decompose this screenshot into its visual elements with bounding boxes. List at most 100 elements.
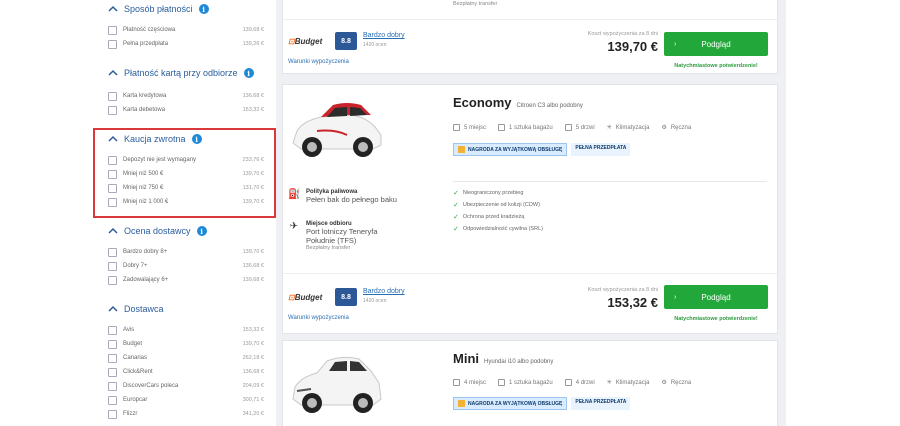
filter-option-label: Europcar [123, 397, 148, 403]
filter-option-price: 153,32 € [242, 107, 264, 113]
filter-option-price: 136,68 € [242, 93, 264, 99]
filter-option-price: 139,26 € [242, 41, 264, 47]
instant-confirmation: Natychmiastowe potwierdzenie! [674, 63, 758, 69]
included-item: ✓ Nieograniczony przebieg [453, 190, 524, 197]
checkbox[interactable] [108, 339, 117, 349]
filter-option-price: 341,20 € [242, 411, 264, 417]
checkbox[interactable] [108, 409, 117, 419]
info-icon[interactable]: i [196, 226, 207, 236]
view-deal-button[interactable]: › Podgląd [664, 285, 768, 309]
feature-ac: ✳ Klimatyzacja [606, 379, 650, 387]
price-caption: Koszt wypożyczenia za 8 dni [587, 31, 658, 37]
checkbox[interactable] [108, 39, 117, 49]
button-label: Podgląd [701, 39, 731, 49]
filter-option-price: 153,32 € [242, 327, 264, 333]
checkbox[interactable] [108, 91, 117, 101]
checkbox[interactable] [108, 395, 117, 405]
checkbox[interactable] [108, 353, 117, 363]
award-badge[interactable]: NAGRODA ZA WYJĄTKOWĄ OBSŁUGĘ [453, 397, 568, 410]
filter-option[interactable]: Płatność częściowa 139,68 € [108, 24, 264, 36]
luggage-icon [498, 124, 506, 131]
rental-terms-link[interactable]: Warunki wypożyczenia [288, 315, 349, 321]
filter-option-label: Karta debetowa [123, 107, 166, 113]
checkbox[interactable] [108, 25, 117, 35]
button-label: Podgląd [701, 292, 731, 302]
divider [283, 19, 777, 20]
person-icon [453, 379, 460, 386]
snowflake-icon: ✳ [606, 125, 612, 131]
filter-option[interactable]: Zadowalający 6+ 139,68 € [108, 274, 264, 286]
filter-option-label: Bardzo dobry 8+ [123, 249, 168, 255]
checkbox[interactable] [108, 105, 117, 115]
rating-label[interactable]: Bardzo dobry [363, 32, 405, 39]
filter-option-label: Dobry 7+ [123, 263, 148, 269]
rating-label[interactable]: Bardzo dobry [363, 288, 405, 295]
pickup-value: Południe (TFS) [306, 236, 357, 245]
full-prepayment-badge: PEŁNA PRZEDPŁATA [571, 397, 631, 410]
rental-terms-link[interactable]: Warunki wypożyczenia [288, 59, 349, 65]
filter-section-title: Dostawca [124, 304, 164, 314]
checkbox[interactable] [108, 247, 117, 257]
feature-transmission: ⚙ Ręczna [661, 124, 692, 132]
checkbox[interactable] [108, 325, 117, 335]
checkbox[interactable] [108, 367, 117, 377]
filter-section-supplier[interactable]: Dostawca [108, 304, 164, 314]
award-badge[interactable]: NAGRODA ZA WYJĄTKOWĄ OBSŁUGĘ [453, 143, 568, 156]
car-features: 5 miejsc 1 sztuka bagażu 5 drzwi ✳ Klimat… [453, 124, 691, 131]
info-icon[interactable]: i [243, 68, 254, 78]
chevron-up-icon[interactable] [108, 305, 118, 313]
filter-option[interactable]: Karta kredytowa 136,68 € [108, 90, 264, 102]
filter-option[interactable]: Pełna przedpłata 139,26 € [108, 38, 264, 50]
filter-option[interactable]: Karta debetowa 153,32 € [108, 104, 264, 116]
pickup-location: ✈ Miejsce odbioru Port lotniczy Teneryfa… [288, 221, 378, 251]
filter-option[interactable]: Avis 153,32 € [108, 324, 264, 336]
filter-option-label: Avis [123, 327, 135, 333]
filter-option[interactable]: Europcar 300,71 € [108, 394, 264, 406]
filter-option-label: Zadowalający 6+ [123, 277, 169, 283]
included-item: ✓ Odpowiedzialność cywilna (SRL) [453, 226, 543, 233]
filter-option[interactable]: DiscoverCars poleca 204,09 € [108, 380, 264, 392]
filter-option[interactable]: Click&Rent 136,68 € [108, 366, 264, 378]
feature-doors: 5 drzwi [564, 124, 595, 131]
filter-section-card-payment[interactable]: Płatność kartą przy odbiorze i [108, 68, 254, 78]
car-image [292, 103, 382, 157]
fuel-pump-icon: ⛽ [288, 189, 301, 200]
person-icon [453, 124, 460, 131]
car-category: Economy Citroen C3 albo podobny [453, 95, 583, 110]
filter-option[interactable]: Flizzr 341,20 € [108, 408, 264, 420]
chevron-right-icon: › [674, 40, 677, 48]
filter-section-payment-method[interactable]: Sposób płatności i [108, 4, 209, 14]
check-icon: ✓ [453, 226, 459, 233]
checkbox[interactable] [108, 261, 117, 271]
chevron-up-icon[interactable] [108, 69, 118, 77]
filter-option-label: Canarias [123, 355, 148, 361]
filter-option-price: 139,70 € [242, 249, 264, 255]
price: 153,32 € [607, 295, 658, 310]
door-icon [564, 124, 572, 131]
included-item: ✓ Ubezpieczenie od kolizji (CDW) [453, 202, 540, 209]
filter-option[interactable]: Bardzo dobry 8+ 139,70 € [108, 246, 264, 258]
offer-card: Mini Hyundai i10 albo podobny 4 miejsc 1 … [282, 340, 778, 426]
filter-option[interactable]: Dobry 7+ 136,68 € [108, 260, 264, 272]
checkbox[interactable] [108, 381, 117, 391]
rating-score: 8.8 [335, 32, 357, 50]
feature-doors: 4 drzwi [564, 379, 595, 386]
filter-section-supplier-rating[interactable]: Ocena dostawcy i [108, 226, 207, 236]
view-deal-button[interactable]: › Podgląd [664, 32, 768, 56]
pickup-value: Port lotniczy Teneryfa [306, 227, 378, 236]
filter-option-price: 136,68 € [242, 263, 264, 269]
filter-option-price: 139,68 € [242, 277, 264, 283]
chevron-up-icon[interactable] [108, 227, 118, 235]
award-icon [458, 400, 465, 407]
filter-option-price: 204,09 € [242, 383, 264, 389]
luggage-icon [498, 379, 506, 386]
fuel-policy: ⛽ Polityka paliwowa Pełen bak do pełnego… [288, 189, 397, 204]
filter-option[interactable]: Budget 139,70 € [108, 338, 264, 350]
chevron-up-icon[interactable] [108, 5, 118, 13]
info-icon[interactable]: i [198, 4, 209, 14]
checkbox[interactable] [108, 275, 117, 285]
filter-option-label: Pełna przedpłata [123, 41, 169, 47]
filter-option[interactable]: Canarias 262,18 € [108, 352, 264, 364]
filter-section-title: Płatność kartą przy odbiorze [124, 68, 238, 78]
check-icon: ✓ [453, 202, 459, 209]
